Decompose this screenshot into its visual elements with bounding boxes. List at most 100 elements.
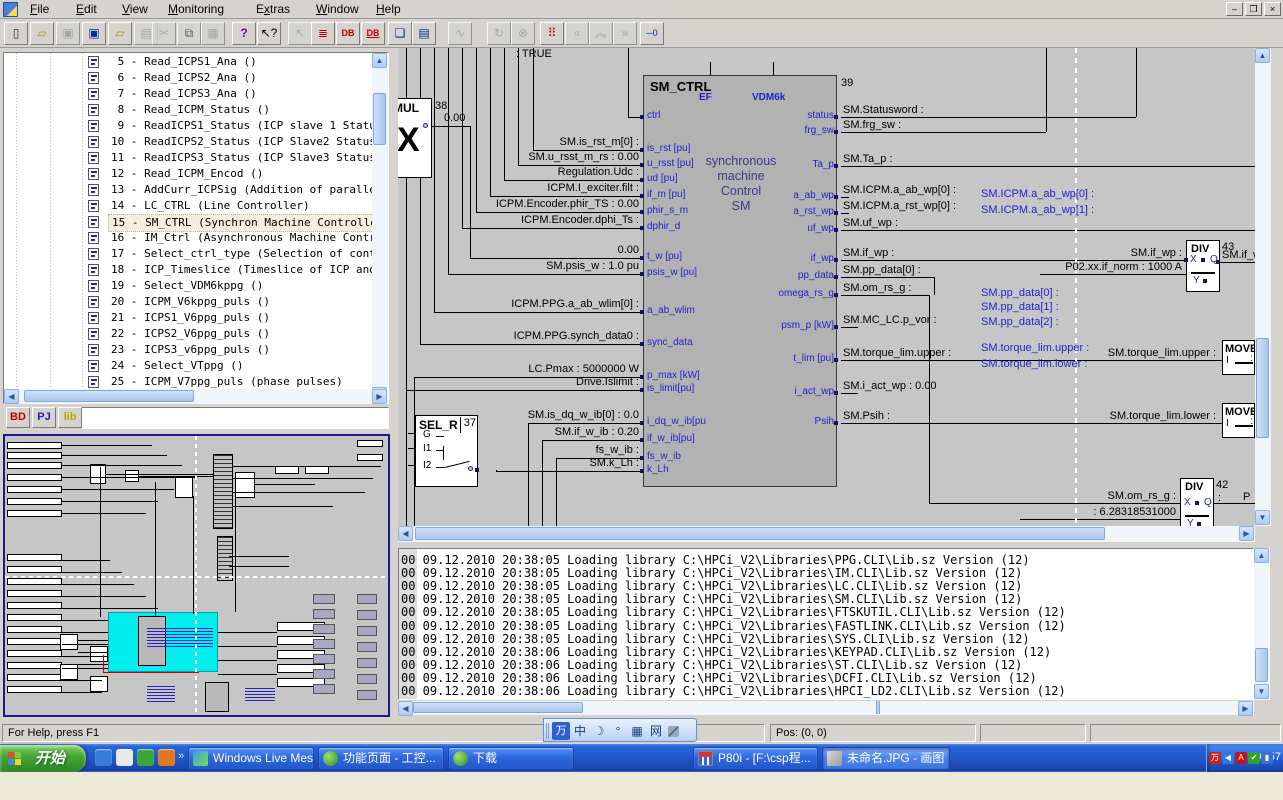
shield-tray-icon[interactable]: ✔	[1248, 752, 1260, 764]
div-function-block-42[interactable]: DIVXQY	[1180, 478, 1214, 526]
lib-view-button[interactable]: lib	[58, 407, 82, 428]
scroll-thumb[interactable]	[413, 702, 583, 713]
move-function-block-lower[interactable]: MOVEI:	[1222, 403, 1255, 438]
scroll-thumb[interactable]	[1256, 338, 1269, 438]
tree-item-25[interactable]: 25 - ICPM_V7ppg_puls (phase pulses)	[4, 374, 368, 390]
tile-windows-icon[interactable]: ❏	[388, 22, 412, 45]
pj-view-button[interactable]: PJ	[32, 407, 56, 428]
zhong-mode-icon[interactable]: 中	[571, 722, 589, 740]
task-button-5[interactable]: 未命名.JPG - 画图	[822, 747, 950, 770]
softkeyboard-moon-icon[interactable]: ☽	[590, 722, 608, 740]
pdf-tray-icon[interactable]: A	[1235, 752, 1247, 764]
save-block-icon[interactable]: ▣	[82, 22, 106, 45]
sel-r-function-block[interactable]: SEL_R37GI1I2	[415, 415, 478, 487]
media-quick-icon[interactable]	[137, 749, 154, 766]
database-online-icon[interactable]: DB	[361, 22, 385, 45]
tree-item-21[interactable]: 21 - ICPS1_V6ppg_puls ()	[4, 310, 368, 326]
log-vertical-scrollbar[interactable]: ▲▼	[1254, 548, 1270, 700]
tree-item-8[interactable]: 8 - Read_ICPM_Status ()	[4, 102, 368, 118]
binary-monitor-icon[interactable]: ⠿	[540, 22, 564, 45]
menu-extras[interactable]: Extras	[248, 0, 298, 18]
search-input[interactable]	[80, 407, 389, 429]
tree-item-15[interactable]: 15 - SM_CTRL (Synchron Machine Controlle…	[4, 214, 368, 230]
app-quick-icon[interactable]	[158, 749, 175, 766]
langbar-grip[interactable]	[546, 723, 549, 739]
tree-item-5[interactable]: 5 - Read_ICPS1_Ana ()	[4, 54, 368, 70]
key-icon[interactable]: ─0	[640, 22, 664, 45]
scroll-thumb[interactable]	[415, 527, 1105, 540]
maximize-button[interactable]: ❐	[1245, 2, 1262, 16]
div-function-block-43[interactable]: DIVXQY	[1186, 240, 1220, 292]
minimize-button[interactable]: –	[1226, 2, 1243, 16]
scroll-right-arrow[interactable]: ▶	[1238, 701, 1253, 716]
menu-edit[interactable]: Edit	[68, 0, 105, 18]
pane-splitter[interactable]	[876, 701, 880, 714]
tree-vertical-scrollbar[interactable]: ▲▼	[372, 53, 388, 403]
open-folder-icon[interactable]: ▱	[30, 22, 54, 45]
scroll-thumb[interactable]	[1255, 648, 1268, 682]
move-function-block-upper[interactable]: MOVEI:	[1222, 340, 1255, 375]
keyboard-layout-icon[interactable]: ▦	[628, 722, 646, 740]
tree-item-12[interactable]: 12 - Read_ICPM_Encod ()	[4, 166, 368, 182]
scroll-up-arrow[interactable]: ▲	[1254, 548, 1269, 563]
scroll-down-arrow[interactable]: ▼	[1255, 510, 1270, 525]
task-button-3[interactable]: 下载	[448, 747, 574, 770]
tree-item-6[interactable]: 6 - Read_ICPS2_Ana ()	[4, 70, 368, 86]
mul-function-block[interactable]: MULX	[398, 98, 432, 178]
net-mode-icon[interactable]: 网	[647, 722, 665, 740]
tree-item-23[interactable]: 23 - ICPS3_v6ppg_puls ()	[4, 342, 368, 358]
vertical-splitter[interactable]	[390, 48, 398, 526]
scroll-right-arrow[interactable]: ▶	[1239, 526, 1254, 541]
tree-item-9[interactable]: 9 - ReadICPS1_Status (ICP slave 1 Status…	[4, 118, 368, 134]
tree-item-10[interactable]: 10 - ReadICPS2_Status (ICP Slave2 Status…	[4, 134, 368, 150]
start-button[interactable]: 开始	[0, 745, 86, 772]
help-icon[interactable]: ?	[232, 22, 256, 45]
log-horizontal-scrollbar[interactable]: ◀▶	[398, 701, 1254, 715]
context-help-icon[interactable]: ↖?	[257, 22, 281, 45]
watch-list-icon[interactable]: ≣	[311, 22, 335, 45]
canvas-vertical-scrollbar[interactable]: ▲▼	[1255, 48, 1271, 526]
collapse-tray-icon[interactable]: ◀	[1222, 752, 1234, 764]
close-button[interactable]: ×	[1264, 2, 1281, 16]
app-icon[interactable]	[3, 2, 18, 17]
tree-item-16[interactable]: 16 - IM_Ctrl (Asynchronous Machine Contr…	[4, 230, 368, 246]
quick-launch-chevron[interactable]: »	[178, 750, 184, 762]
tree-item-22[interactable]: 22 - ICPS2_V6ppg_puls ()	[4, 326, 368, 342]
tree-item-11[interactable]: 11 - ReadICPS3_Status (ICP Slave3 Status…	[4, 150, 368, 166]
output-log[interactable]: 00 09.12.2010 20:38:05 Loading library C…	[398, 548, 1254, 700]
menu-monitoring[interactable]: Monitoring	[160, 0, 232, 18]
menu-file[interactable]: File	[22, 0, 57, 18]
msn-quick-icon[interactable]	[95, 749, 112, 766]
mail-quick-icon[interactable]	[116, 749, 133, 766]
task-button-4[interactable]: P80i - [F:\csp程...	[693, 747, 818, 770]
tree-item-13[interactable]: 13 - AddCurr_ICPSig (Addition of paralle…	[4, 182, 368, 198]
network-tray-icon[interactable]: ▮	[1261, 752, 1273, 764]
language-bar[interactable]: 万中☽°▦网	[543, 718, 697, 742]
details-view-icon[interactable]: ▤	[412, 22, 436, 45]
menu-view[interactable]: View	[114, 0, 156, 18]
scroll-left-arrow[interactable]: ◀	[398, 701, 413, 716]
tree-item-7[interactable]: 7 - Read_ICPS3_Ana ()	[4, 86, 368, 102]
tool-options-icon[interactable]	[668, 726, 679, 737]
scroll-up-arrow[interactable]: ▲	[372, 53, 387, 68]
diagram-overview-minimap[interactable]	[3, 434, 390, 717]
task-button-1[interactable]: Windows Live Mes...	[188, 747, 314, 770]
scroll-up-arrow[interactable]: ▲	[1255, 48, 1270, 63]
scroll-down-arrow[interactable]: ▼	[1254, 684, 1269, 699]
tree-item-17[interactable]: 17 - Select_ctrl_type (Selection of cont…	[4, 246, 368, 262]
tree-item-19[interactable]: 19 - Select_VDM6kppg ()	[4, 278, 368, 294]
bd-view-button[interactable]: BD	[6, 407, 30, 428]
canvas-horizontal-scrollbar[interactable]: ◀▶	[398, 526, 1255, 542]
scroll-right-arrow[interactable]: ▶	[372, 389, 387, 404]
wan-ime-icon[interactable]: 万	[552, 722, 570, 740]
tree-horizontal-scrollbar[interactable]: ◀▶	[4, 389, 388, 404]
task-button-2[interactable]: 功能页面 - 工控...	[318, 747, 444, 770]
new-icon[interactable]: ▯	[4, 22, 28, 45]
scroll-thumb[interactable]	[24, 390, 194, 402]
ime-tray-icon[interactable]: 万	[1209, 752, 1221, 764]
tree-item-18[interactable]: 18 - ICP_Timeslice (Timeslice of ICP and…	[4, 262, 368, 278]
tree-item-24[interactable]: 24 - Select_VTppg ()	[4, 358, 368, 374]
menu-help[interactable]: Help	[368, 0, 409, 18]
menu-window[interactable]: Window	[308, 0, 367, 18]
punctuation-icon[interactable]: °	[609, 722, 627, 740]
